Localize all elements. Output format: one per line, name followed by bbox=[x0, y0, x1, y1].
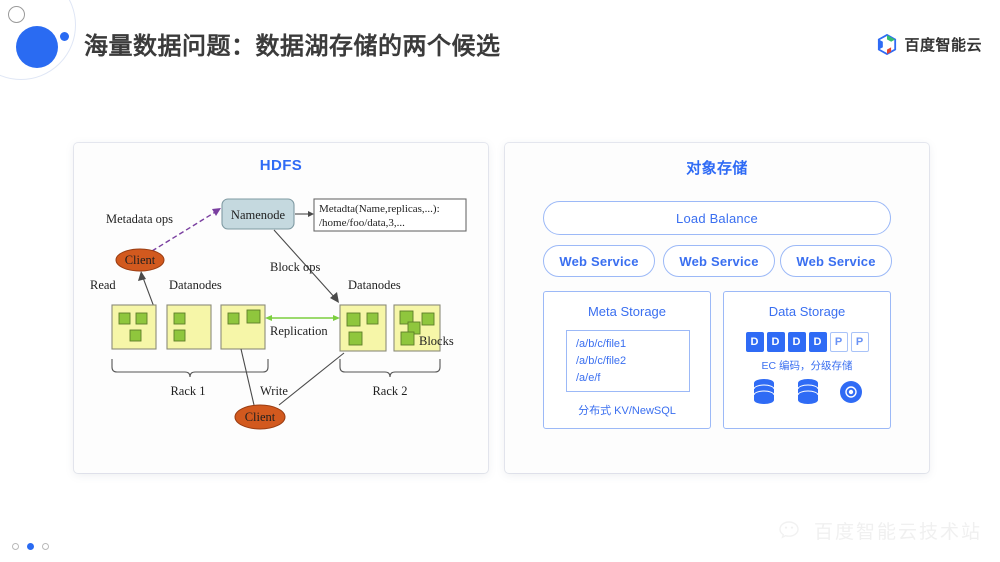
hdfs-title: HDFS bbox=[259, 157, 303, 174]
ec-parity-cell-2: P bbox=[850, 332, 869, 352]
pagination-dots[interactable] bbox=[12, 543, 49, 550]
object-storage-title: 对象存储 bbox=[686, 160, 748, 177]
meta-storage-title: Meta Storage bbox=[587, 304, 667, 319]
wechat-icon bbox=[779, 520, 799, 539]
optical-disc-icon bbox=[840, 381, 862, 403]
database-cylinder-icon bbox=[753, 379, 775, 404]
meta-path-2: /a/b/c/file2 bbox=[576, 355, 627, 367]
load-balance-node: Load Balance bbox=[543, 201, 891, 235]
metadata-ops-label: Metadata ops bbox=[106, 212, 173, 226]
ec-note-label: EC 编码，分级存储 bbox=[761, 360, 853, 372]
storage-media-row bbox=[724, 378, 890, 406]
slide-header: 海量数据问题：数据湖存储的两个候选 百度智能云 bbox=[0, 0, 1000, 78]
rack1-label: Rack 1 bbox=[170, 384, 205, 398]
baidu-cloud-logo-icon bbox=[878, 34, 897, 55]
namenode-label: Namenode bbox=[231, 208, 286, 222]
meta-storage-path-list: /a/b/c/file1 /a/b/c/file2 /a/e/f bbox=[566, 330, 690, 392]
rack1-datanode-2 bbox=[166, 304, 212, 350]
database-cylinder-icon bbox=[797, 379, 819, 404]
web-service-node-3: Web Service bbox=[780, 245, 892, 277]
datanodes-left-label: Datanodes bbox=[169, 278, 222, 292]
client-top-label: Client bbox=[125, 253, 156, 267]
hdfs-card: HDFS Metadta(Name,replicas,...): /home/f… bbox=[74, 143, 488, 473]
datanodes-right-label: Datanodes bbox=[348, 278, 401, 292]
ec-data-cell-1: D bbox=[745, 332, 764, 352]
write-label: Write bbox=[260, 384, 288, 398]
meta-storage-box: Meta Storage /a/b/c/file1 /a/b/c/file2 /… bbox=[543, 291, 711, 429]
ec-parity-cell-1: P bbox=[829, 332, 848, 352]
pagination-dot-1[interactable] bbox=[12, 543, 19, 550]
hdfs-architecture-diagram: Metadta(Name,replicas,...): /home/foo/da… bbox=[90, 198, 467, 430]
watermark: 百度智能云技术站 bbox=[779, 517, 982, 544]
rack1-datanode-3 bbox=[220, 304, 266, 350]
ec-data-cell-4: D bbox=[808, 332, 827, 352]
web-service-node-2: Web Service bbox=[663, 245, 775, 277]
object-storage-card: 对象存储 Load Balance Web Service Web Servic… bbox=[505, 143, 929, 473]
brand-name: 百度智能云 bbox=[904, 37, 982, 54]
block-ops-label: Block ops bbox=[270, 260, 320, 274]
rack1-datanode-1 bbox=[111, 304, 157, 350]
metadata-line-2: /home/foo/data,3,... bbox=[319, 217, 405, 229]
data-storage-title: Data Storage bbox=[768, 304, 846, 319]
pagination-dot-2[interactable] bbox=[27, 543, 34, 550]
watermark-text: 百度智能云技术站 bbox=[813, 522, 982, 543]
ec-block-row: D D D D P P bbox=[724, 332, 890, 352]
metadata-line-1: Metadta(Name,replicas,...): bbox=[319, 203, 440, 215]
data-storage-box: Data Storage D D D D P P EC 编码，分级存储 bbox=[723, 291, 891, 429]
blocks-label: Blocks bbox=[419, 334, 454, 348]
replication-label: Replication bbox=[270, 324, 328, 338]
web-service-node-1: Web Service bbox=[543, 245, 655, 277]
pagination-dot-3[interactable] bbox=[42, 543, 49, 550]
read-label: Read bbox=[90, 278, 116, 292]
ec-data-cell-2: D bbox=[766, 332, 785, 352]
client-bottom-label: Client bbox=[245, 410, 276, 424]
rack2-label: Rack 2 bbox=[372, 384, 407, 398]
meta-path-3: /a/e/f bbox=[576, 372, 601, 384]
brand-logo: 百度智能云 bbox=[877, 34, 982, 55]
meta-storage-footer: 分布式 KV/NewSQL bbox=[578, 405, 676, 417]
ec-data-cell-3: D bbox=[787, 332, 806, 352]
meta-path-1: /a/b/c/file1 bbox=[576, 338, 627, 350]
rack2-datanode-1 bbox=[339, 304, 387, 352]
page-title: 海量数据问题：数据湖存储的两个候选 bbox=[84, 33, 501, 60]
